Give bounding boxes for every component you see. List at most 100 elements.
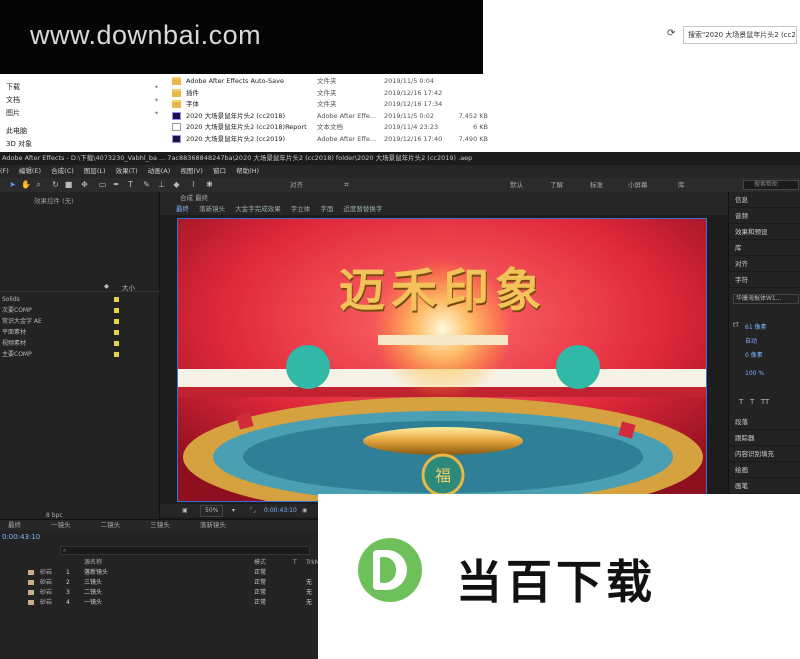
selection-tool-icon[interactable]: ➤ [8,180,17,189]
font-size-value[interactable]: 61 像素 [745,322,767,331]
crumb[interactable]: 最终 [176,205,189,213]
help-search-input[interactable]: 搜索帮助 [743,180,799,190]
hand-tool-icon[interactable]: ✋ [21,180,31,189]
project-item[interactable]: 视频素材 [0,339,160,348]
layer-trkmat[interactable]: 无 [306,588,312,597]
project-item[interactable]: Solids [0,295,160,304]
file-row[interactable]: 2020 大场景鼠年片头2 (cc2019) Adobe After Effe.… [165,134,495,144]
crumb[interactable]: 近度暂替换字 [343,205,382,213]
timeline-tab[interactable]: 落新镜头 [200,521,226,529]
snap-icon[interactable]: ⌗ [342,180,351,189]
chevron-down-icon[interactable]: ▾ [232,504,235,517]
leading-value[interactable]: 自动 [745,336,757,345]
clone-stamp-tool-icon[interactable]: ⊥ [157,180,166,189]
layer-trkmat[interactable]: 无 [306,598,312,607]
region-of-interest-icon[interactable]: ▣ [182,504,188,517]
workspace-default[interactable]: 默认 [510,179,523,191]
crumb[interactable]: 大金字完成效果 [235,205,281,213]
crumb[interactable]: 字立体 [291,205,311,213]
menu-item-effect[interactable]: 效果(T) [116,167,138,175]
layer-row[interactable]: 砂岩 1 落新镜头 正常 [0,568,318,577]
scale-value[interactable]: 100 % [745,370,764,377]
align-checkbox-label[interactable]: 对齐 [290,179,303,191]
timeline-tab[interactable]: 最终 [8,521,21,529]
type-tool-icon[interactable]: T [126,180,135,189]
panel-brushes[interactable]: 画笔 [729,478,800,494]
panel-tracker[interactable]: 跟踪器 [729,430,800,446]
layer-trkmat[interactable]: 无 [306,578,312,587]
refresh-icon[interactable]: ⟳ [667,28,679,40]
mode-header[interactable]: 模式 [254,558,266,567]
panel-libraries[interactable]: 库 [729,240,800,256]
comp-timecode[interactable]: 0:00:43:10 [264,504,297,517]
project-item[interactable]: 平面素材 [0,328,160,337]
menu-item-window[interactable]: 窗口 [213,167,226,175]
layer-row[interactable]: 砂岩 4 一镜头 正常 无 [0,598,318,607]
layer-row[interactable]: 砂岩 2 三镜头 正常 无 [0,578,318,587]
crumb[interactable]: 落新镜头 [199,205,225,213]
project-item[interactable]: 次要COMP [0,306,160,315]
panel-info[interactable]: 信息 [729,192,800,208]
panel-content-aware-fill[interactable]: 内容识别填充 [729,446,800,462]
bit-depth-label[interactable]: 8 bpc [46,512,63,519]
layer-mode[interactable]: 正常 [254,588,266,597]
zoom-tool-icon[interactable]: ⌕ [34,180,43,189]
rotate-tool-icon[interactable]: ↻ [51,180,60,189]
t-header[interactable]: T [293,558,297,567]
camera-tool-icon[interactable]: ■ [64,180,73,189]
effect-controls-tab[interactable]: 效果控件 (无) [34,195,74,205]
pen-tool-icon[interactable]: ✒ [112,180,121,189]
snapshot-icon[interactable]: ◉ [302,504,307,517]
timeline-timecode[interactable]: 0:00:43:10 [2,533,40,541]
timeline-tab[interactable]: 二镜头 [101,521,121,529]
search-input[interactable]: 搜索"2020 大场景鼠年片头2 (cc2... [683,26,797,44]
timeline-tab[interactable]: 三镜头 [150,521,170,529]
project-item[interactable]: 常识大金字 AE [0,317,160,326]
comp-tab[interactable]: 合成 最终 [180,194,208,202]
workspace-small-screen[interactable]: 小屏幕 [628,179,648,191]
workspace-learn[interactable]: 了解 [550,179,563,191]
layer-mode[interactable]: 正常 [254,578,266,587]
workspace-libraries[interactable]: 库 [678,179,685,191]
composition-viewer[interactable]: 福 迈禾印象 [177,218,707,502]
timeline-search-input[interactable]: ⌕ [60,546,310,555]
menu-item-composition[interactable]: 合成(C) [51,167,74,175]
panel-paragraph[interactable]: 段落 [729,414,800,430]
tracking-value[interactable]: 0 像素 [745,350,763,359]
roto-brush-tool-icon[interactable]: ⌇ [189,180,198,189]
eraser-tool-icon[interactable]: ◆ [172,180,181,189]
crumb[interactable]: 字面 [320,205,333,213]
puppet-tool-icon[interactable]: ✱ [205,180,214,189]
panel-align[interactable]: 对齐 [729,256,800,272]
panel-effects-presets[interactable]: 效果和预设 [729,224,800,240]
zoom-dropdown[interactable]: 50% [200,505,224,517]
nav-item-documents[interactable]: 文档 ✦ [0,94,165,107]
file-row[interactable]: 插件 文件夹 2019/12/16 17:42 [165,88,495,98]
layer-mode[interactable]: 正常 [254,568,266,577]
menu-item-view[interactable]: 视图(V) [180,167,203,175]
menu-item-edit[interactable]: 编辑(E) [19,167,41,175]
project-item[interactable]: 主要COMP [0,350,160,359]
layer-row[interactable]: 砂岩 3 二镜头 正常 无 [0,588,318,597]
panel-paint[interactable]: 绘画 [729,462,800,478]
size-column-header[interactable]: 大小 [122,282,135,292]
menu-item-help[interactable]: 帮助(H) [236,167,259,175]
pan-behind-tool-icon[interactable]: ✥ [80,180,89,189]
nav-item-3d-objects[interactable]: 3D 对象 [0,138,165,151]
menu-item-layer[interactable]: 图层(L) [84,167,106,175]
fit-icon[interactable]: ⌜⌟ [250,504,256,517]
font-family-dropdown[interactable]: 华康海报体W1... [733,294,799,304]
nav-item-pictures[interactable]: 图片 ✦ [0,107,165,120]
file-row[interactable]: 2020 大场景鼠年片头2 (cc2018)Report 文本文档 2019/1… [165,122,495,132]
file-row[interactable]: 字体 文件夹 2019/12/16 17:34 [165,99,495,109]
brush-tool-icon[interactable]: ✎ [142,180,151,189]
menu-item-animation[interactable]: 动画(A) [148,167,171,175]
layer-mode[interactable]: 正常 [254,598,266,607]
nav-item-this-pc[interactable]: 此电脑 [0,125,165,138]
file-row[interactable]: Adobe After Effects Auto-Save 文件夹 2019/1… [165,76,495,86]
rectangle-tool-icon[interactable]: ▭ [98,180,107,189]
timeline-tab[interactable]: 一镜头 [51,521,71,529]
workspace-standard[interactable]: 标准 [590,179,603,191]
nav-item-downloads[interactable]: 下载 ✦ [0,81,165,94]
panel-character[interactable]: 字符 [729,272,800,288]
